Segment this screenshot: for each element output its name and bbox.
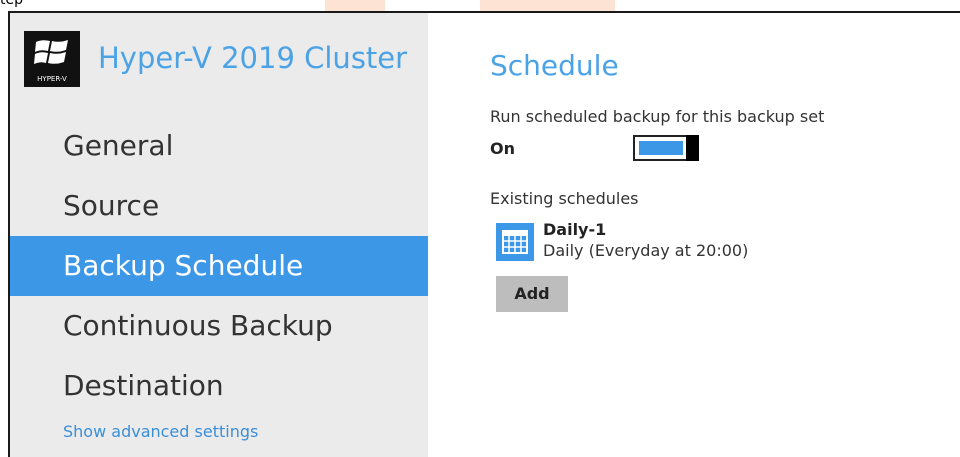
app-title: Hyper-V 2019 Cluster bbox=[98, 41, 408, 75]
main-panel: Schedule Run scheduled backup for this b… bbox=[428, 13, 960, 457]
scheduled-backup-toggle[interactable] bbox=[633, 135, 699, 161]
sidebar-item-continuous-backup[interactable]: Continuous Backup bbox=[10, 296, 428, 356]
cut-off-title: tep bbox=[0, 0, 23, 8]
existing-schedules-label: Existing schedules bbox=[490, 189, 639, 208]
window-top-strip: tep bbox=[0, 0, 960, 11]
sidebar: HYPER-V Hyper-V 2019 Cluster General Sou… bbox=[10, 13, 428, 457]
sidebar-item-destination[interactable]: Destination bbox=[10, 356, 428, 416]
add-schedule-button[interactable]: Add bbox=[496, 276, 568, 312]
sidebar-item-source[interactable]: Source bbox=[10, 176, 428, 236]
logo-caption: HYPER-V bbox=[37, 75, 67, 83]
sidebar-item-general[interactable]: General bbox=[10, 116, 428, 176]
windows-logo-icon bbox=[34, 40, 68, 64]
schedule-description: Daily (Everyday at 20:00) bbox=[543, 241, 749, 260]
toggle-state-label: On bbox=[490, 139, 515, 158]
toggle-knob bbox=[686, 135, 699, 161]
section-title: Schedule bbox=[490, 49, 619, 82]
sidebar-item-backup-schedule[interactable]: Backup Schedule bbox=[10, 236, 428, 296]
show-advanced-settings-link[interactable]: Show advanced settings bbox=[63, 422, 258, 441]
highlight-strip-2 bbox=[480, 0, 615, 11]
hyper-v-logo: HYPER-V bbox=[24, 31, 80, 87]
run-scheduled-label: Run scheduled backup for this backup set bbox=[490, 107, 825, 126]
highlight-strip-1 bbox=[325, 0, 385, 11]
schedule-item[interactable]: Daily-1 Daily (Everyday at 20:00) bbox=[496, 219, 796, 265]
calendar-icon bbox=[496, 223, 534, 261]
toggle-fill bbox=[639, 141, 683, 155]
schedule-name: Daily-1 bbox=[543, 220, 607, 239]
